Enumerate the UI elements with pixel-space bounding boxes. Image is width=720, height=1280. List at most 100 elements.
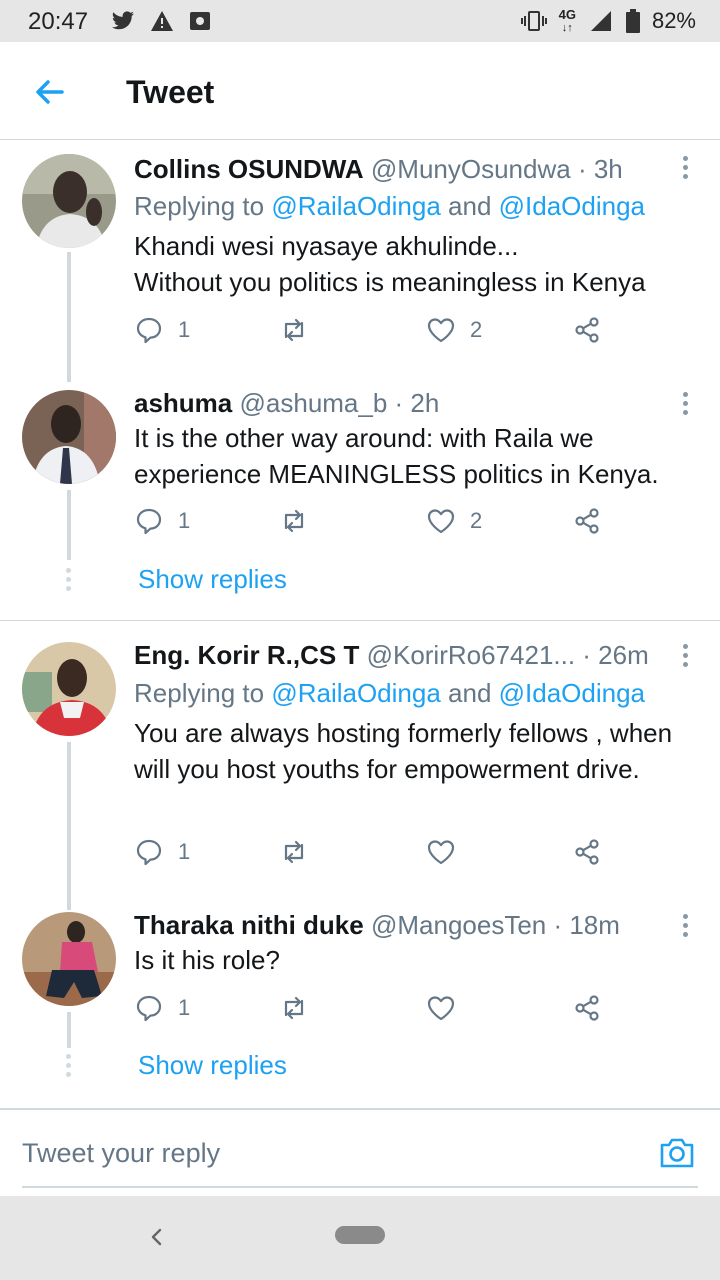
thread-line — [67, 490, 71, 560]
mention-link[interactable]: @IdaOdinga — [499, 678, 645, 708]
page-title: Tweet — [126, 74, 215, 110]
home-pill-icon[interactable] — [335, 1226, 385, 1244]
retweet-icon — [284, 509, 304, 533]
arrow-left-icon[interactable] — [30, 72, 70, 112]
mention-link[interactable]: @RailaOdinga — [271, 191, 440, 221]
tweet-text: Is it his role? — [134, 945, 280, 975]
retweet-icon — [284, 318, 304, 342]
share-icon — [575, 317, 599, 343]
avatar-image — [22, 642, 116, 736]
retweet-button[interactable] — [279, 993, 323, 1023]
reply-count: 1 — [178, 995, 191, 1020]
thread-divider — [0, 620, 720, 621]
tweet-handle-time: @KorirRo67421... · 26m — [366, 640, 649, 670]
heart-icon — [427, 318, 455, 343]
retweet-button[interactable] — [279, 506, 323, 536]
reply-count: 1 — [178, 508, 191, 533]
retweet-button[interactable] — [279, 837, 323, 867]
tweet-text: You are always hosting formerly fellows … — [134, 718, 673, 784]
thread-dots — [66, 568, 72, 595]
avatar[interactable] — [22, 642, 116, 736]
reply-button[interactable]: 1 — [134, 506, 190, 536]
more-options-icon[interactable] — [680, 644, 690, 670]
retweet-icon — [284, 840, 304, 864]
tweet-actions: 1 — [134, 993, 634, 1033]
more-options-icon[interactable] — [680, 914, 690, 940]
avatar-image — [22, 154, 116, 248]
like-button[interactable]: 2 — [426, 506, 482, 536]
chevron-left-icon[interactable] — [146, 1222, 166, 1252]
reply-button[interactable]: 1 — [134, 993, 190, 1023]
tweet-handle-time: @ashuma_b · 2h — [239, 388, 440, 418]
tweet-author-name[interactable]: Collins OSUNDWA — [134, 154, 364, 184]
tweet-handle-time: @MangoesTen · 18m — [370, 910, 620, 940]
share-icon — [575, 839, 599, 865]
reply-input[interactable]: Tweet your reply — [22, 1138, 220, 1169]
show-replies-link[interactable]: Show replies — [138, 1050, 287, 1081]
camera-icon[interactable] — [658, 1134, 696, 1172]
reply-composer: Tweet your reply — [0, 1108, 720, 1196]
retweet-icon — [284, 996, 304, 1020]
heart-icon — [427, 996, 455, 1021]
reply-icon — [136, 839, 162, 866]
camera-notification-icon — [190, 12, 210, 30]
heart-icon — [427, 840, 455, 865]
share-button[interactable] — [572, 993, 602, 1023]
reply-icon — [136, 317, 162, 344]
share-icon — [575, 995, 599, 1021]
thread-line — [67, 252, 71, 382]
reply-count: 1 — [178, 839, 191, 864]
heart-icon — [427, 509, 455, 534]
share-button[interactable] — [572, 837, 602, 867]
retweet-button[interactable] — [279, 315, 323, 345]
mention-link[interactable]: @RailaOdinga — [271, 678, 440, 708]
network-4g-icon: 4G ↓↑ — [558, 6, 576, 34]
tweet-author-name[interactable]: Tharaka nithi duke — [134, 910, 364, 940]
reply-count: 1 — [178, 317, 191, 342]
tweet-actions: 1 — [134, 837, 634, 877]
avatar-image — [22, 390, 116, 484]
vibrate-icon — [520, 11, 547, 31]
tweet-actions: 1 2 — [134, 315, 634, 355]
app-header: Tweet — [0, 42, 720, 140]
like-count: 2 — [470, 317, 483, 342]
thread-line — [67, 742, 71, 910]
reply-icon — [136, 995, 162, 1022]
tweet-text: It is the other way around: with Raila w… — [134, 423, 659, 489]
tweet-text: Khandi wesi nyasaye akhulinde... Without… — [134, 231, 646, 297]
show-replies-link[interactable]: Show replies — [138, 564, 287, 595]
like-button[interactable] — [426, 993, 470, 1023]
warning-icon — [151, 11, 173, 31]
like-button[interactable] — [426, 837, 470, 867]
more-options-icon[interactable] — [680, 392, 690, 418]
status-time: 20:47 — [28, 8, 89, 35]
replying-to: Replying to @RailaOdinga and @IdaOdinga — [134, 191, 646, 221]
tweet-author-name[interactable]: Eng. Korir R.,CS T — [134, 640, 359, 670]
tweet-actions: 1 2 — [134, 506, 634, 546]
battery-percent: 82% — [651, 8, 696, 33]
like-button[interactable]: 2 — [426, 315, 482, 345]
tweet-author-name[interactable]: ashuma — [134, 388, 232, 418]
battery-icon — [625, 9, 640, 33]
reply-icon — [136, 508, 162, 535]
system-nav-bar — [0, 1196, 720, 1280]
status-bar: 20:47 4G ↓↑ 82% — [0, 0, 720, 42]
tweet-handle-time: @MunyOsundwa · 3h — [370, 154, 623, 184]
avatar[interactable] — [22, 390, 116, 484]
reply-underline — [22, 1186, 698, 1188]
reply-button[interactable]: 1 — [134, 837, 190, 867]
reply-button[interactable]: 1 — [134, 315, 190, 345]
thread-dots — [66, 1054, 72, 1081]
share-button[interactable] — [572, 315, 602, 345]
replying-to: Replying to @RailaOdinga and @IdaOdinga — [134, 678, 646, 708]
avatar-image — [22, 912, 116, 1006]
thread-line — [67, 1012, 71, 1048]
share-button[interactable] — [572, 506, 602, 536]
avatar[interactable] — [22, 912, 116, 1006]
share-icon — [575, 508, 599, 534]
more-options-icon[interactable] — [680, 156, 690, 182]
avatar[interactable] — [22, 154, 116, 248]
signal-icon — [590, 11, 611, 31]
like-count: 2 — [470, 508, 483, 533]
mention-link[interactable]: @IdaOdinga — [499, 191, 645, 221]
